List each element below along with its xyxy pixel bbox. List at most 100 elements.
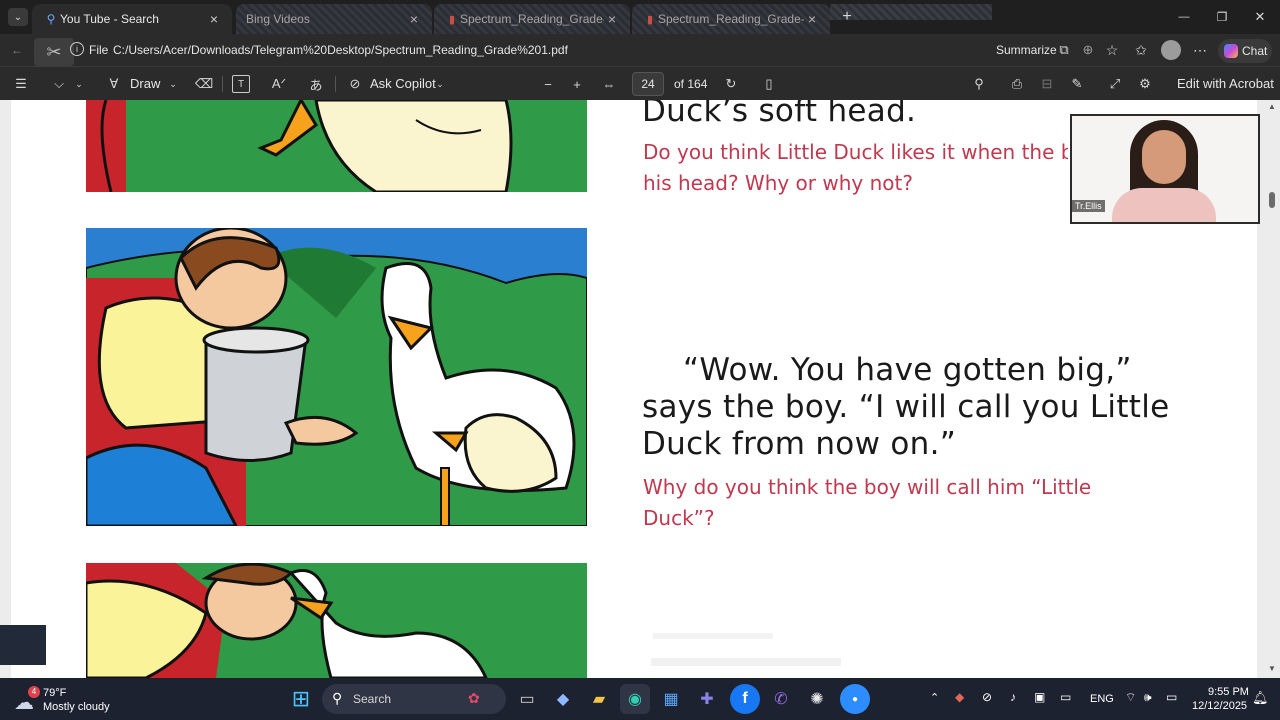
copilot-icon[interactable]: ⊘	[346, 75, 364, 93]
tray-muted-icon[interactable]: ⊘	[982, 690, 992, 704]
zoom-app-icon[interactable]: ●	[840, 684, 870, 714]
viber-icon[interactable]: ✆	[766, 684, 796, 714]
zoom-icon[interactable]: ⊕	[1080, 42, 1096, 58]
favorites-icon[interactable]: ✩	[1133, 42, 1149, 58]
toolbar-divider	[335, 76, 336, 92]
summarize-icon: ⧉	[1059, 42, 1069, 57]
pdf-icon: ▮	[448, 13, 456, 26]
url-text[interactable]: C:/Users/Acer/Downloads/Telegram%20Deskt…	[113, 43, 713, 57]
draw-button[interactable]: Draw	[130, 76, 160, 91]
clock-time[interactable]: 9:55 PM	[1208, 686, 1249, 698]
read-aloud-icon[interactable]: Aᐟ	[270, 75, 288, 93]
copilot-chat-button[interactable]: Chat	[1218, 39, 1272, 63]
windows-taskbar: ☁ 4 79°F Mostly cloudy ⊞ ⚲ Search ✿ ▭ ◆ …	[0, 679, 1280, 720]
facebook-icon[interactable]: f	[730, 684, 760, 714]
wifi-icon[interactable]: ⌔	[1125, 690, 1136, 705]
windows-start-icon[interactable]: ⊞	[286, 684, 316, 714]
chevron-down-icon[interactable]: ⌄	[435, 77, 445, 91]
page-number-input[interactable]	[632, 72, 664, 96]
story-text-line: says the boy. “I will call you Little	[642, 389, 1170, 425]
save-as-icon[interactable]: ✎	[1068, 75, 1086, 93]
faint-text-block	[651, 658, 841, 666]
tray-screen-icon[interactable]: ▣	[1034, 690, 1045, 704]
back-arrow-icon[interactable]: ←	[8, 41, 26, 59]
tab-list-chevron-icon[interactable]: ⌄	[8, 8, 28, 26]
zoom-out-icon[interactable]: −	[540, 75, 556, 93]
story-text-line: “Wow. You have gotten big,”	[683, 352, 1132, 388]
illustration-boy-hugging-duck	[86, 563, 587, 678]
scroll-up-arrow-icon[interactable]: ▲	[1268, 102, 1276, 111]
settings-gear-icon[interactable]: ⚙	[1136, 75, 1154, 93]
pdf-icon: ▮	[646, 13, 654, 26]
chevron-down-icon[interactable]: ⌄	[168, 77, 178, 91]
print-icon[interactable]: ⎙	[1008, 75, 1026, 93]
tab-bing-videos[interactable]: Bing Videos ×	[236, 4, 432, 34]
restore-button[interactable]: ❐	[1210, 8, 1234, 26]
clock-date[interactable]: 12/12/2025	[1192, 700, 1247, 712]
new-tab-button[interactable]: +	[838, 8, 856, 26]
more-menu-icon[interactable]: ⋯	[1192, 42, 1208, 58]
save-icon[interactable]: ⊟	[1038, 75, 1056, 93]
tab-pdf-2[interactable]: ▮ Spectrum_Reading_Grade-1.pdf ×	[632, 4, 830, 34]
volume-icon[interactable]: 🕪	[1144, 690, 1152, 705]
tab-close-button[interactable]: ×	[406, 11, 422, 27]
dark-corner-block	[0, 625, 46, 665]
draw-pen-icon[interactable]: ∀	[106, 75, 122, 93]
show-hidden-icons-chevron-icon[interactable]: ⌃	[930, 691, 939, 704]
faint-text-block	[653, 633, 773, 639]
search-icon: ⚲	[46, 12, 56, 26]
pdf-toolbar: ☰ ⌵ ⌄ ∀ Draw ⌄ ⌫ T Aᐟ あ ⊘ Ask Copilot ⌄ …	[0, 66, 1280, 100]
summarize-button[interactable]: Summarize	[996, 43, 1057, 57]
battery-icon[interactable]: ▭	[1166, 690, 1177, 704]
question-text-line: his head? Why or why not?	[643, 171, 913, 195]
rotate-icon[interactable]: ↻	[722, 75, 740, 93]
contents-list-icon[interactable]: ☰	[12, 75, 30, 93]
fit-width-icon[interactable]: ⇔	[600, 75, 618, 93]
open-external-icon[interactable]: ⤢	[1106, 75, 1124, 93]
eraser-icon[interactable]: ⌫	[195, 75, 213, 93]
text-box-icon[interactable]: T	[232, 75, 250, 93]
weather-widget[interactable]: ☁ 4 79°F Mostly cloudy	[12, 684, 122, 716]
edge-browser-icon[interactable]: ◉	[620, 684, 650, 714]
tray-app-icon[interactable]: ◆	[955, 690, 964, 704]
find-search-icon[interactable]: ⚲	[970, 75, 988, 93]
tab-youtube-search[interactable]: ⚲ You Tube - Search ×	[32, 4, 232, 34]
weather-description: Mostly cloudy	[43, 701, 110, 713]
pdf-viewer[interactable]: Duck’s soft head. Do you think Little Du…	[0, 100, 1280, 678]
zoom-in-icon[interactable]: +	[569, 75, 585, 93]
tray-device-icon[interactable]: ▭	[1060, 690, 1071, 704]
translate-icon[interactable]: あ	[306, 75, 326, 93]
vertical-scrollbar[interactable]: ▲ ▼	[1264, 100, 1280, 678]
tab-close-button[interactable]: ×	[804, 11, 820, 27]
taskbar-search-box[interactable]: ⚲ Search ✿	[322, 684, 506, 714]
scroll-down-arrow-icon[interactable]: ▼	[1268, 664, 1276, 673]
webcam-overlay: Tr.Ellis	[1070, 114, 1260, 224]
notification-bell-icon[interactable]: 🔔︎	[1252, 690, 1269, 706]
page-view-icon[interactable]: ▯	[760, 75, 778, 93]
edit-with-acrobat-button[interactable]: Edit with Acrobat	[1177, 76, 1274, 91]
store-icon[interactable]: ▦	[656, 684, 686, 714]
ask-copilot-button[interactable]: Ask Copilot	[370, 76, 436, 91]
copilot-app-icon[interactable]: ◆	[548, 684, 578, 714]
profile-avatar[interactable]	[1161, 40, 1181, 60]
file-explorer-icon[interactable]: ▰	[584, 684, 614, 714]
app-logo-icon: ✂	[34, 38, 74, 66]
favorite-star-icon[interactable]: ☆	[1104, 42, 1120, 58]
teams-icon[interactable]: ✚	[692, 684, 722, 714]
language-indicator[interactable]: ENG	[1090, 693, 1114, 705]
info-icon[interactable]: i	[70, 42, 84, 56]
tab-bar: ⌄ ⚲ You Tube - Search × Bing Videos × ▮ …	[0, 0, 1280, 34]
chevron-down-icon[interactable]: ⌄	[74, 77, 84, 91]
scrollbar-thumb[interactable]	[1269, 192, 1275, 208]
highlight-icon[interactable]: ⌵	[50, 75, 68, 93]
tab-pdf-1[interactable]: ▮ Spectrum_Reading_Grade-1.pdf ×	[434, 4, 630, 34]
task-view-icon[interactable]: ▭	[512, 684, 542, 714]
address-bar: ← ✂ i File C:/Users/Acer/Downloads/Teleg…	[0, 34, 1280, 66]
window-close-button[interactable]: ✕	[1248, 8, 1272, 26]
tab-close-button[interactable]: ×	[604, 11, 620, 27]
microphone-icon[interactable]: ♪	[1010, 690, 1016, 704]
chatgpt-icon[interactable]: ✺	[802, 684, 832, 714]
tab-close-button[interactable]: ×	[206, 11, 222, 27]
minimize-button[interactable]: —	[1172, 8, 1196, 26]
search-icon: ⚲	[332, 690, 343, 706]
